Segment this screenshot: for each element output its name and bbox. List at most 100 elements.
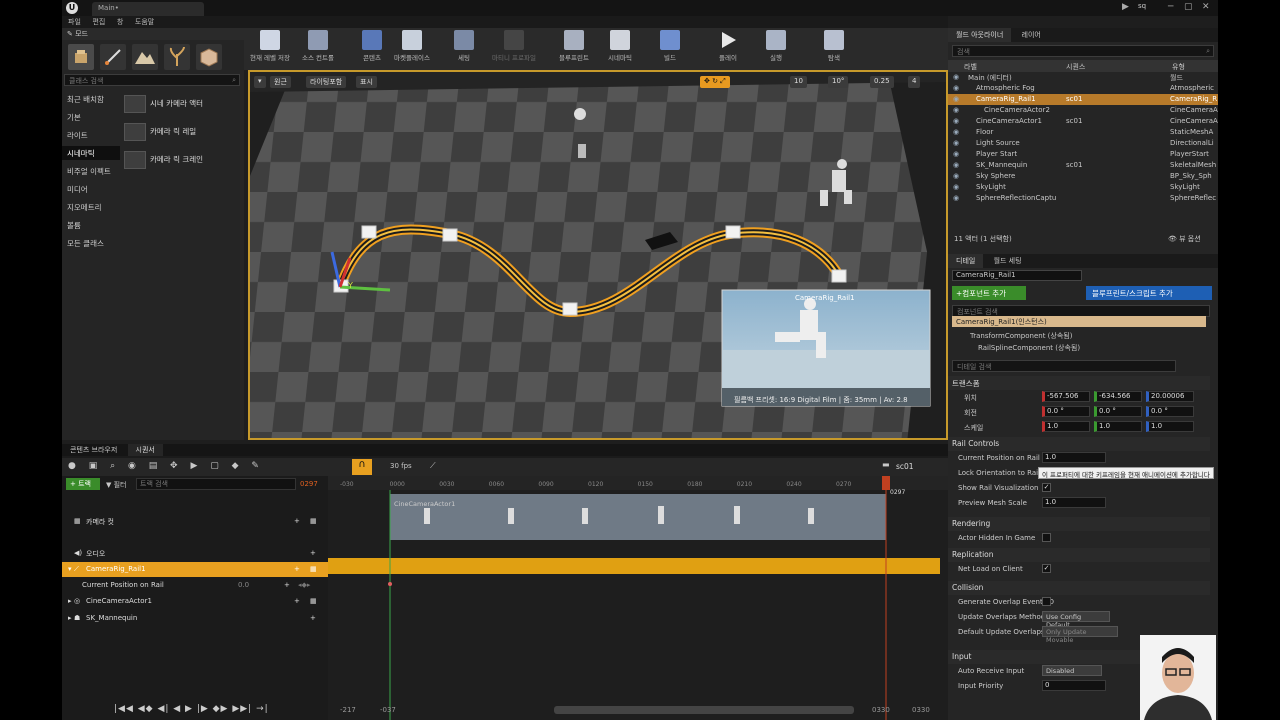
rotation-x[interactable]: 0.0 ° bbox=[1042, 406, 1090, 417]
location-x[interactable]: -567.506 bbox=[1042, 391, 1090, 402]
outliner-row[interactable]: ◉ Main (에디터) 월드 bbox=[948, 72, 1218, 83]
scale-snap-value[interactable]: 0.25 bbox=[870, 76, 894, 88]
sequence-name[interactable]: sc01 bbox=[896, 462, 914, 471]
visibility-eye-icon[interactable]: ◉ bbox=[953, 84, 959, 92]
cinematics-button[interactable]: 시네마틱 bbox=[594, 30, 646, 62]
minimize-icon[interactable]: ─ bbox=[1168, 2, 1173, 12]
outliner-row[interactable]: ◉ SkyLight SkyLight bbox=[948, 182, 1218, 193]
track-cine-camera-actor[interactable]: ▸ ◎ CineCameraActor1 + ▦ bbox=[62, 594, 328, 609]
tab-content-browser[interactable]: 콘텐츠 브라우저 bbox=[62, 444, 125, 456]
outliner-row[interactable]: ◉ Atmospheric Fog Atmospheric bbox=[948, 83, 1218, 94]
menu-edit[interactable]: 편집 bbox=[92, 18, 105, 26]
current-position-field[interactable]: 1.0 bbox=[1042, 452, 1106, 463]
visibility-eye-icon[interactable]: ◉ bbox=[953, 172, 959, 180]
net-load-checkbox[interactable]: ✓ bbox=[1042, 564, 1051, 573]
marketplace-button[interactable]: 마켓플레이스 bbox=[386, 30, 438, 62]
playback-controls[interactable]: |◀◀ ◀◆ ◀| ◀ ▶ |▶ ◆▶ ▶▶| →| bbox=[114, 704, 269, 714]
scale-y[interactable]: 1.0 bbox=[1094, 421, 1142, 432]
player-start-actor[interactable] bbox=[578, 144, 586, 158]
keyframe-nav-icon[interactable]: ◂◆▸ bbox=[298, 581, 310, 589]
add-blueprint-button[interactable]: 블루프린트/스크립트 추가 bbox=[1086, 286, 1212, 300]
current-position-value[interactable]: 0.0 bbox=[238, 581, 249, 589]
camera-track-options-icon[interactable]: ▦ bbox=[310, 597, 317, 605]
maximize-icon[interactable]: ▢ bbox=[1184, 2, 1193, 12]
section-collision[interactable]: Collision bbox=[948, 581, 1210, 595]
visibility-eye-icon[interactable]: ◉ bbox=[953, 128, 959, 136]
category-lights[interactable]: 라이트 bbox=[67, 130, 88, 141]
range-start-in[interactable]: -037 bbox=[380, 706, 396, 714]
category-visual-effects[interactable]: 비주얼 이펙트 bbox=[67, 166, 111, 177]
range-end-in[interactable]: 0330 bbox=[872, 706, 890, 714]
rail-track-options-icon[interactable]: ▦ bbox=[310, 565, 317, 573]
play-button[interactable]: 플레이 bbox=[702, 30, 754, 62]
visibility-eye-icon[interactable]: ◉ bbox=[953, 194, 959, 202]
outliner-row[interactable]: ◉ Player Start PlayerStart bbox=[948, 149, 1218, 160]
category-basic[interactable]: 기본 bbox=[67, 112, 81, 123]
category-geometry[interactable]: 지오메트리 bbox=[67, 202, 102, 213]
item-camera-rig-rail[interactable]: 카메라 릭 레일 bbox=[124, 123, 196, 141]
fps-dropdown[interactable]: 30 fps bbox=[390, 462, 412, 470]
section-rendering[interactable]: Rendering bbox=[948, 517, 1210, 531]
category-recent[interactable]: 최근 배치함 bbox=[67, 94, 104, 105]
rotation-z[interactable]: 0.0 ° bbox=[1146, 406, 1194, 417]
foliage-mode-icon[interactable] bbox=[164, 44, 190, 70]
keyframe-start[interactable] bbox=[388, 582, 392, 586]
filter-button[interactable]: ▼ 필터 bbox=[106, 480, 127, 490]
geometry-mode-icon[interactable] bbox=[196, 44, 222, 70]
lighting-button[interactable]: 라이팅포함 bbox=[306, 76, 347, 88]
level-tab[interactable]: Main• bbox=[92, 2, 204, 16]
visibility-eye-icon[interactable]: ◉ bbox=[953, 95, 959, 103]
scale-x[interactable]: 1.0 bbox=[1042, 421, 1090, 432]
sphere-actor[interactable] bbox=[574, 108, 586, 120]
visibility-eye-icon[interactable]: ◉ bbox=[953, 117, 959, 125]
category-cinematic[interactable]: 시네마틱 bbox=[62, 146, 120, 160]
place-mode-icon[interactable] bbox=[68, 44, 94, 70]
rotation-snap-value[interactable]: 10° bbox=[828, 76, 849, 88]
perspective-button[interactable]: 원근 bbox=[270, 76, 291, 88]
visibility-eye-icon[interactable]: ◉ bbox=[953, 183, 959, 191]
track-current-position[interactable]: Current Position on Rail 0.0 + ◂◆▸ bbox=[62, 578, 328, 593]
transform-tools[interactable]: ✥ ↻ ⤢ bbox=[700, 76, 730, 88]
track-audio[interactable]: ◀) 오디오 + bbox=[62, 546, 328, 561]
location-y[interactable]: -634.566 bbox=[1094, 391, 1142, 402]
track-camera-rig-rail[interactable]: ▾ ⟋ CameraRig_Rail1 + ▦ bbox=[62, 562, 328, 577]
menu-file[interactable]: 파일 bbox=[68, 18, 81, 26]
matinee-button[interactable]: 마티니 프로파일 bbox=[488, 30, 540, 62]
actor-name-field[interactable]: CameraRig_Rail1 bbox=[952, 270, 1082, 281]
track-sk-mannequin[interactable]: ▸ ☗ SK_Mannequin + bbox=[62, 611, 328, 626]
camera-preview-window[interactable] bbox=[721, 289, 931, 407]
show-rail-checkbox[interactable]: ✓ bbox=[1042, 483, 1051, 492]
track-camera-cut[interactable]: ▦ 카메라 컷 + ▦ bbox=[62, 514, 328, 529]
visibility-eye-icon[interactable]: ◉ bbox=[953, 73, 959, 81]
level-viewport[interactable]: Y CameraRig_Rail1 필름백 프리셋: 16:9 Digital … bbox=[248, 70, 948, 440]
section-rail-controls[interactable]: Rail Controls bbox=[948, 437, 1210, 451]
location-z[interactable]: 20.00006 bbox=[1146, 391, 1194, 402]
visibility-eye-icon[interactable]: ◉ bbox=[953, 139, 959, 147]
component-rail-spline[interactable]: RailSplineComponent (상속됨) bbox=[978, 343, 1080, 353]
settings-button[interactable]: 세팅 bbox=[438, 30, 490, 62]
source-control-button[interactable]: 소스 컨트롤 bbox=[292, 30, 344, 62]
camera-cut-options-icon[interactable]: ▦ bbox=[310, 517, 317, 525]
default-update-dropdown[interactable]: Only Update Movable bbox=[1042, 626, 1118, 644]
visibility-eye-icon[interactable]: ◉ bbox=[953, 161, 959, 169]
component-root[interactable]: CameraRig_Rail1(인스턴스) bbox=[952, 316, 1206, 327]
close-icon[interactable]: ✕ bbox=[1202, 2, 1210, 12]
category-all-classes[interactable]: 모든 클래스 bbox=[67, 238, 104, 249]
timeline-area[interactable]: -030 0000 0030 0060 0090 0120 0150 0180 0210 0240… bbox=[328, 476, 948, 720]
range-start-out[interactable]: -217 bbox=[340, 706, 356, 714]
outliner-row[interactable]: ◉ CineCameraActor1 sc01 CineCameraA bbox=[948, 116, 1218, 127]
playback-icons[interactable]: |◀◀ ◀◆ ◀| ◀ ▶ |▶ ◆▶ ▶▶| →| bbox=[114, 704, 269, 714]
grid-snap-value[interactable]: 10 bbox=[790, 76, 807, 88]
landscape-mode-icon[interactable] bbox=[132, 44, 158, 70]
component-transform[interactable]: TransformComponent (상속됨) bbox=[970, 331, 1072, 341]
tab-sequencer[interactable]: 시퀀서 bbox=[127, 444, 163, 456]
track-search-input[interactable]: 트랙 검색 bbox=[136, 478, 296, 490]
add-component-button[interactable]: +컴포넌트 추가 bbox=[952, 286, 1026, 300]
item-camera-rig-crane[interactable]: 카메라 릭 크레인 bbox=[124, 151, 203, 169]
view-options-button[interactable]: 👁 뷰 옵션 bbox=[1168, 234, 1201, 244]
outliner-row[interactable]: ◉ SphereReflectionCaptu SphereReflec bbox=[948, 193, 1218, 204]
update-method-dropdown[interactable]: Use Config Default bbox=[1042, 611, 1110, 629]
build-button[interactable]: 빌드 bbox=[644, 30, 696, 62]
menu-window[interactable]: 창 bbox=[117, 18, 123, 26]
timeline-scrollbar[interactable] bbox=[554, 706, 854, 714]
